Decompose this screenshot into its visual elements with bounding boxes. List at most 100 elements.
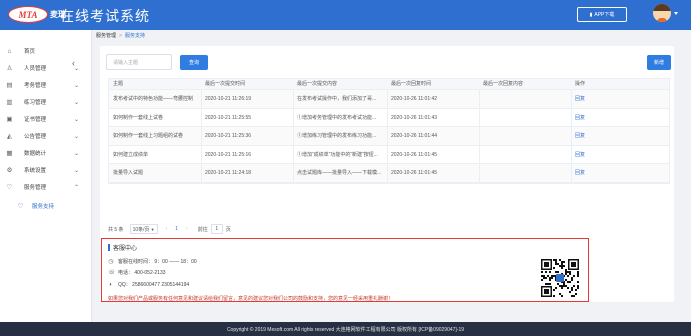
column-header: 主题 xyxy=(113,81,124,87)
reply-link[interactable]: 回复 xyxy=(575,127,655,145)
column-divider xyxy=(387,164,388,182)
table-cell: 2020-10-21 11:25:16 xyxy=(205,151,252,158)
table-row: 发布考试中的特色功能——弯腰控制 2020-10-21 11:26:19 在发布考试… xyxy=(109,90,669,109)
sidebar-item-label: 考务管理 xyxy=(24,83,47,89)
app-download-label: APP下载 xyxy=(594,12,615,18)
sidebar-item[interactable]: ▤ 考务管理 ⌄ xyxy=(0,77,92,93)
reply-link[interactable]: 回复 xyxy=(575,146,655,164)
sidebar-item-label: 公告管理 xyxy=(24,134,47,140)
service-title-text: 客服中心 xyxy=(113,246,138,252)
query-button[interactable]: 查询 xyxy=(180,55,208,70)
chevron-down-icon: ⌄ xyxy=(74,150,80,157)
breadcrumb-current: 服务支持 xyxy=(124,33,145,39)
page-size-select[interactable]: 10条/页 ▼ xyxy=(129,224,158,234)
phone-icon: ▮ xyxy=(589,11,593,18)
service-title: 客服中心 xyxy=(108,243,137,252)
table-cell: 如何建立成绩单 xyxy=(113,151,149,158)
breadcrumb: 服务管理 > 服务支持 xyxy=(96,32,145,39)
page-unit-label: 页 xyxy=(225,226,231,233)
sidebar-item[interactable]: ♡ 服务管理 ⌃ xyxy=(0,179,92,195)
service-hours: ◷ 客服在线时间： 9：00 —— 18：00 xyxy=(108,258,197,266)
column-divider xyxy=(387,145,388,164)
sidebar-item-label: 练习管理 xyxy=(24,100,47,106)
pagination-total: 共 5 条 xyxy=(108,226,124,233)
table-cell: 2020-10-26 11:01:44 xyxy=(391,133,438,140)
reply-link[interactable]: 回复 xyxy=(575,90,655,108)
table-cell: ①增加“成绩单”功能中的“新建”按钮... xyxy=(297,151,378,158)
chevron-down-icon: ⌄ xyxy=(74,133,80,140)
app-download-button[interactable]: ▮ APP下载 xyxy=(577,7,627,22)
sidebar-item[interactable]: ▣ 证书管理 ⌄ xyxy=(0,111,92,127)
column-header: 最后一次提交时间 xyxy=(205,81,246,87)
column-divider xyxy=(571,127,572,145)
goto-page-input[interactable]: 1 xyxy=(210,224,223,234)
reply-link[interactable]: 回复 xyxy=(575,109,655,127)
column-divider xyxy=(201,145,202,164)
column-divider xyxy=(479,90,480,108)
table-row: 批量导入试题 2020-10-21 11:24:18 点击试题库——批量导入——下载… xyxy=(109,164,669,183)
table-row: 如何制作一套线上试卷 2020-10-21 11:25:55 ①增加考务管理中的发布… xyxy=(109,108,669,128)
service-hours-text: 客服在线时间： 9：00 —— 18：00 xyxy=(118,259,197,265)
sidebar-item[interactable]: ▦ 数据统计 ⌄ xyxy=(0,145,92,161)
table-cell: 批量导入试题 xyxy=(113,170,144,177)
table-cell: 2020-10-21 11:25:36 xyxy=(205,133,252,140)
phone-icon: ☏ xyxy=(108,269,116,276)
column-divider xyxy=(293,108,294,127)
sidebar-item[interactable]: ⚙ 系统设置 ⌄ xyxy=(0,162,92,178)
table-cell: 点击试题库——批量导入——下载模... xyxy=(297,170,382,177)
chart-icon: ▦ xyxy=(6,149,13,157)
sidebar-item-label: 首页 xyxy=(24,49,36,55)
table-header: 主题 最后一次提交时间 最后一次提交内容 最后一次回复时间 最后一次回复内容 操作 xyxy=(109,79,669,90)
table-cell: 2020-10-21 11:24:18 xyxy=(205,170,252,177)
breadcrumb-parent[interactable]: 服务管理 xyxy=(96,33,116,39)
table-cell: 2020-10-26 11:01:43 xyxy=(391,114,438,121)
sidebar-item[interactable]: ▥ 练习管理 ⌄ xyxy=(0,94,92,110)
certificate-icon: ▣ xyxy=(6,115,13,123)
heart-icon: ♡ xyxy=(17,202,24,210)
sidebar-item-label: 人员管理 xyxy=(24,66,47,72)
chevron-down-icon: ⌄ xyxy=(74,167,80,174)
app-title: 在线考试系统 xyxy=(60,8,150,24)
prev-page-button[interactable]: ‹ xyxy=(166,226,168,232)
column-divider xyxy=(571,145,572,164)
column-header: 最后一次回复时间 xyxy=(391,81,432,87)
sidebar-subitem-service-support[interactable]: ♡ 服务支持 xyxy=(0,198,92,214)
avatar[interactable] xyxy=(653,4,671,22)
table-cell: 2020-10-21 11:26:19 xyxy=(205,96,252,102)
table-cell: 2020-10-26 11:01:45 xyxy=(391,170,438,177)
sidebar-item[interactable]: ⌂ 首页 xyxy=(0,43,92,59)
column-divider xyxy=(571,90,572,108)
search-input[interactable]: 请输入主题 xyxy=(106,54,172,70)
megaphone-icon: ◭ xyxy=(7,132,12,140)
column-divider xyxy=(479,145,480,164)
chevron-down-icon: ⌄ xyxy=(74,82,80,89)
page-number-current[interactable]: 1 xyxy=(175,226,178,232)
chevron-down-icon: ⌄ xyxy=(74,99,80,106)
table-cell: 2020-10-26 11:01:45 xyxy=(391,151,438,158)
add-button[interactable]: 新增 xyxy=(647,55,671,70)
chevron-down-icon: ▼ xyxy=(150,226,155,232)
chevron-down-icon: ⌄ xyxy=(74,65,80,72)
service-note: 如果您对我们产品或服务有任何意见和建议请给我们留言，意见的建议您对我们公司的鼓励… xyxy=(108,296,394,302)
table-cell: ①增加考务管理中的发布考试功能... xyxy=(297,114,377,121)
column-divider xyxy=(571,108,572,127)
user-icon: ♙ xyxy=(6,64,13,72)
column-divider xyxy=(201,164,202,182)
sidebar-item[interactable]: ♙ 人员管理 ⌄ xyxy=(0,60,92,76)
column-divider xyxy=(293,145,294,164)
chevron-down-icon[interactable] xyxy=(674,12,678,15)
reply-link[interactable]: 回复 xyxy=(575,164,655,182)
sidebar-item[interactable]: ◭ 公告管理 ⌄ xyxy=(0,128,92,144)
service-phone-text: 电话： 400-052-2133 xyxy=(118,270,166,276)
table-cell: 在发布考试操作中，我们添加了哥... xyxy=(297,96,377,102)
sidebar-subitem-label: 服务支持 xyxy=(32,204,55,210)
home-icon: ⌂ xyxy=(7,47,12,55)
table-body: 发布考试中的特色功能——弯腰控制 2020-10-21 11:26:19 在发布考试… xyxy=(109,90,669,183)
service-qq: ◐ QQ： 2586600477 2305144194 xyxy=(108,281,189,289)
qq-icon: ◐ xyxy=(109,281,113,288)
qr-code-icon xyxy=(540,258,580,298)
table-row: 如何制作一套线上习题组的试卷 2020-10-21 11:25:36 ①增加练习管理… xyxy=(109,127,669,146)
sidebar-item-label: 服务管理 xyxy=(24,185,47,191)
column-divider xyxy=(201,127,202,145)
next-page-button[interactable]: › xyxy=(186,226,188,232)
